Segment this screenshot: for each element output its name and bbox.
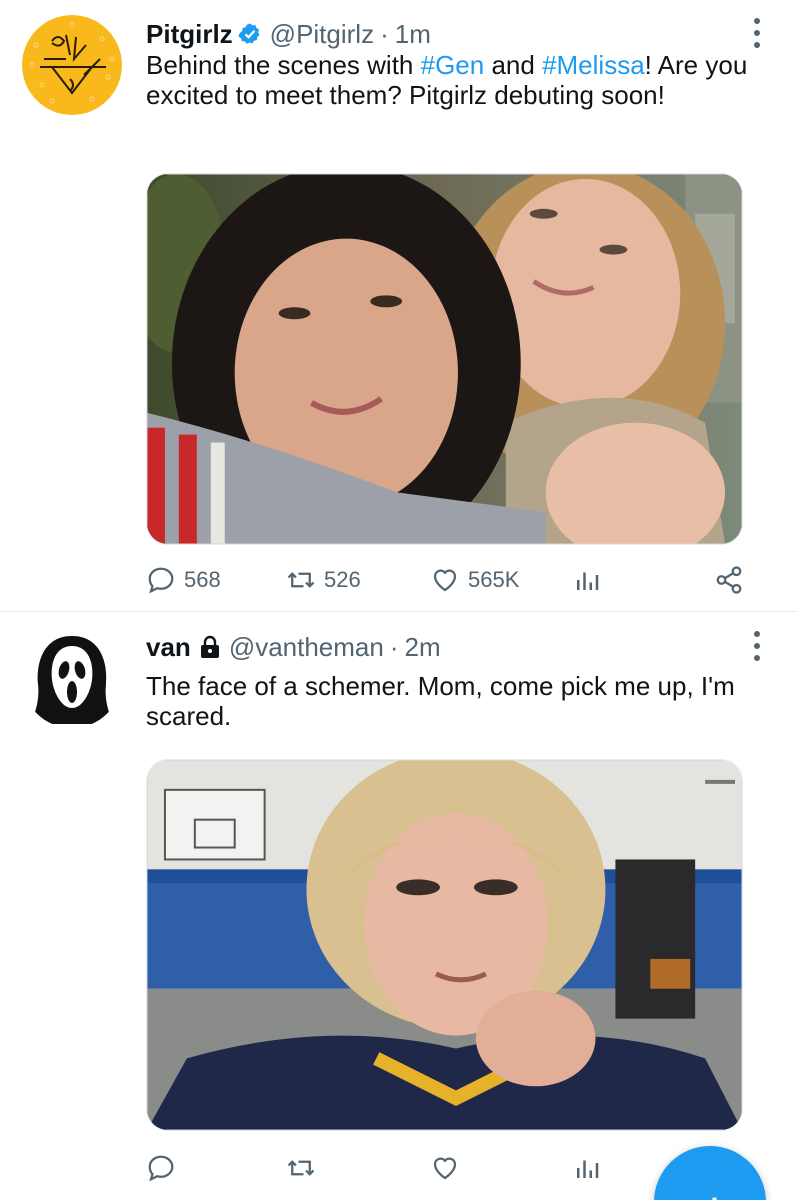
tweet-header: Pitgirlz @Pitgirlz · 1m	[146, 16, 431, 52]
like-button[interactable]: 565K	[430, 560, 519, 600]
stats-button[interactable]	[572, 1148, 602, 1188]
more-options-icon[interactable]	[753, 18, 761, 48]
ghostface-mask-icon	[22, 628, 122, 728]
bar-chart-icon	[577, 572, 599, 590]
photo-two-women	[147, 174, 742, 544]
tweet[interactable]: van @vantheman · 2m The face of a scheme…	[0, 613, 797, 1200]
text-segment: The face of a schemer. Mom, come pick me…	[146, 671, 735, 731]
reply-icon	[148, 567, 174, 594]
tweet-text: The face of a schemer. Mom, come pick me…	[146, 671, 776, 731]
like-count: 565K	[468, 567, 520, 592]
display-name[interactable]: Pitgirlz	[146, 19, 233, 50]
hashtag-link[interactable]: #Gen	[421, 50, 485, 80]
tweet-photo[interactable]	[146, 173, 743, 545]
bar-chart-icon	[577, 1160, 599, 1178]
display-name[interactable]: van	[146, 632, 191, 663]
plus-icon: +	[704, 1186, 725, 1200]
retweet-button[interactable]: 526	[286, 560, 361, 600]
separator: ·	[380, 18, 389, 49]
separator: ·	[389, 631, 399, 662]
text-segment: and	[484, 50, 543, 80]
photo-blond-woman-gym	[147, 760, 742, 1130]
tweet[interactable]: Pitgirlz @Pitgirlz · 1m Behind the scene…	[0, 0, 797, 612]
timestamp[interactable]: 2m	[405, 632, 441, 663]
pitgirlz-logo-icon	[22, 15, 122, 115]
share-button[interactable]	[714, 560, 744, 600]
heart-icon	[433, 1157, 457, 1180]
reply-icon	[148, 1155, 174, 1182]
tweet-header: van @vantheman · 2m	[146, 629, 441, 665]
avatar[interactable]	[22, 15, 122, 115]
handle[interactable]: @Pitgirlz	[270, 19, 374, 50]
text-segment: Behind the scenes with	[146, 50, 421, 80]
reply-button[interactable]: 568	[146, 560, 221, 600]
verified-badge-icon	[238, 23, 260, 44]
retweet-button[interactable]	[286, 1148, 324, 1188]
tweet-actions: 568 526 565K	[146, 560, 756, 600]
share-icon	[716, 566, 742, 594]
tweet-text: Behind the scenes with #Gen and #Melissa…	[146, 50, 776, 110]
like-button[interactable]	[430, 1148, 468, 1188]
timestamp[interactable]: 1m	[395, 19, 431, 50]
retweet-icon	[287, 1160, 315, 1176]
hashtag-link[interactable]: #Melissa	[542, 50, 645, 80]
retweet-icon	[287, 572, 315, 588]
reply-count: 568	[184, 567, 221, 592]
avatar[interactable]	[22, 628, 122, 728]
tweet-photo[interactable]	[146, 759, 743, 1131]
heart-icon	[433, 569, 457, 592]
lock-icon	[200, 635, 219, 658]
reply-button[interactable]	[146, 1148, 184, 1188]
handle[interactable]: @vantheman	[229, 632, 384, 663]
more-options-icon[interactable]	[753, 631, 761, 661]
retweet-count: 526	[324, 567, 361, 592]
stats-button[interactable]	[572, 560, 602, 600]
